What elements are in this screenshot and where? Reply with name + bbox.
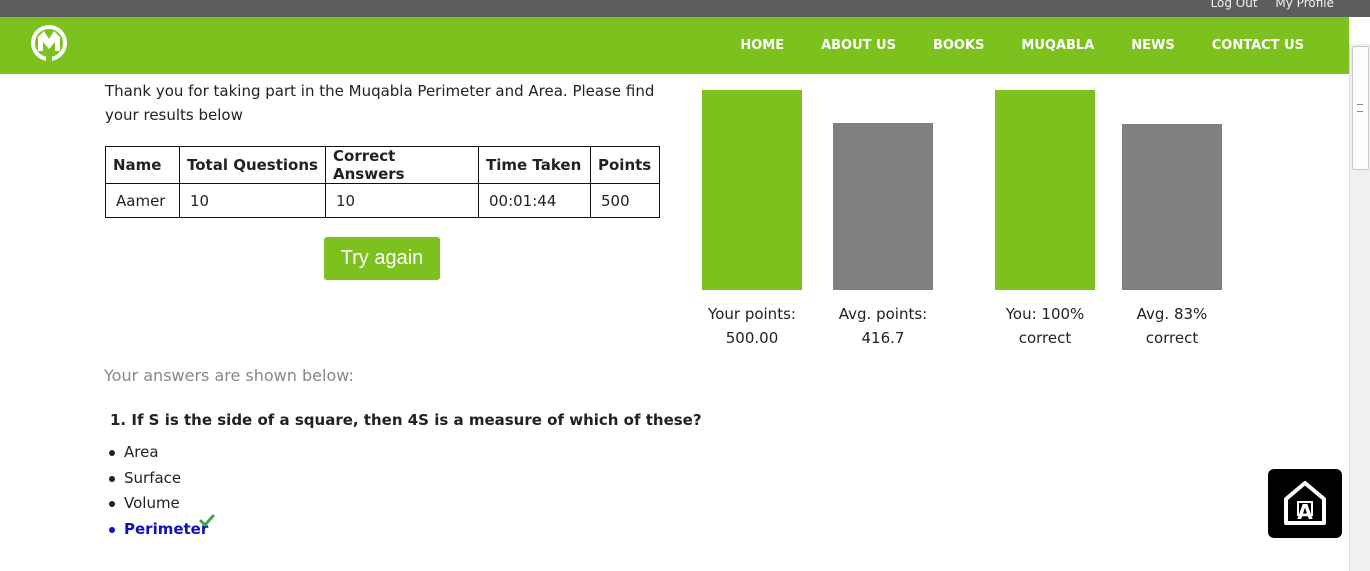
option-label: Perimeter [124, 519, 209, 538]
nav-books[interactable]: BOOKS [933, 38, 984, 53]
try-again-button[interactable]: Try again [324, 237, 440, 280]
bullet-icon [109, 475, 115, 482]
page-scrollbar[interactable] [1349, 44, 1370, 571]
cell-total-questions: 10 [179, 183, 326, 218]
nav-news[interactable]: NEWS [1131, 38, 1174, 53]
results-table: Name Total Questions Correct Answers Tim… [105, 146, 660, 218]
top-utility-bar: Log Out My Profile [0, 0, 1370, 17]
chart2-bar-2 [1122, 124, 1222, 290]
table-row: Aamer 10 10 00:01:44 500 [105, 183, 660, 218]
list-item: Volume [109, 491, 208, 517]
list-item: Area [109, 440, 208, 466]
my-profile-link[interactable]: My Profile [1275, 0, 1334, 10]
top-links: Log Out My Profile [1197, 0, 1334, 10]
bullet-icon [109, 526, 115, 533]
option-label: Area [124, 443, 159, 461]
bullet-icon [109, 501, 115, 507]
answer-options: Area Surface Volume Perimeter [109, 440, 215, 543]
chart2-bar-label-1: You: 100% correct [1005, 305, 1085, 347]
svg-text:A: A [1297, 500, 1313, 524]
chart1-bar-1 [702, 90, 802, 290]
accessibility-icon: A [1284, 481, 1326, 525]
chart2-bar-1 [995, 90, 1095, 290]
col-correct-answers: Correct Answers [325, 146, 479, 184]
chart2-bar-label-2: Avg. 83% correct [1136, 305, 1208, 347]
cell-name: Aamer [105, 183, 180, 218]
accessibility-button[interactable]: A [1268, 469, 1342, 538]
chart1-bar-label-1: Your points: 500.00 [708, 305, 796, 347]
check-icon [199, 514, 215, 526]
chart1-bar-2 [833, 123, 933, 290]
list-item: Surface [109, 466, 208, 492]
option-label: Surface [124, 468, 182, 487]
nav-home[interactable]: HOME [740, 38, 784, 53]
intro-text: Thank you for taking part in the Muqabla… [105, 82, 655, 124]
scrollbar-thumb[interactable] [1352, 46, 1369, 170]
option-label: Volume [124, 494, 180, 512]
nav-muqabla[interactable]: MUQABLA [1021, 38, 1094, 53]
question-text: 1. If S is the side of a square, then 4S… [110, 411, 702, 429]
nav-about-us[interactable]: ABOUT US [821, 38, 896, 53]
main-navbar: HOME ABOUT US BOOKS MUQABLA NEWS CONTACT… [0, 17, 1349, 74]
col-name: Name [105, 146, 180, 184]
col-points: Points [590, 146, 660, 184]
nav-contact-us[interactable]: CONTACT US [1212, 38, 1304, 53]
cell-correct-answers: 10 [325, 183, 479, 218]
col-total-questions: Total Questions [179, 146, 326, 184]
answers-heading: Your answers are shown below: [104, 366, 354, 385]
cell-time-taken: 00:01:44 [478, 183, 591, 218]
table-header-row: Name Total Questions Correct Answers Tim… [105, 146, 660, 184]
main-nav: HOME ABOUT US BOOKS MUQABLA NEWS CONTACT… [703, 38, 1304, 53]
col-time-taken: Time Taken [478, 146, 591, 184]
list-item: Perimeter [109, 514, 215, 543]
muqabla-logo[interactable] [30, 23, 68, 67]
logout-link[interactable]: Log Out [1211, 0, 1258, 10]
chart1-bar-label-2: Avg. points: 416.7 [838, 305, 928, 347]
bullet-icon [109, 450, 115, 456]
cell-points: 500 [590, 183, 660, 218]
